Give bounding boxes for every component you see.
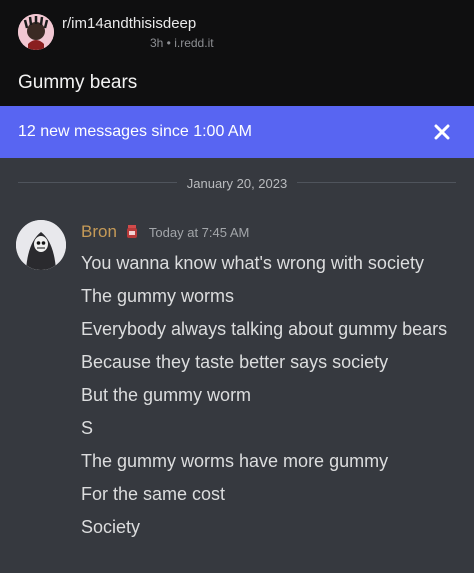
message-line: Society [81, 517, 141, 537]
banner-text: 12 new messages since 1:00 AM [18, 123, 252, 140]
message-line: S [81, 418, 94, 438]
message-line: The gummy worms have more gummy [81, 451, 389, 471]
new-messages-banner[interactable]: 12 new messages since 1:00 AM [0, 106, 474, 158]
post-meta: 3h • i.redd.it [150, 36, 214, 50]
date-divider: January 20, 2023 [0, 173, 474, 192]
close-icon[interactable] [430, 120, 454, 144]
message-line: Everybody always talking about gummy bea… [81, 319, 448, 339]
author-name[interactable]: Bron [81, 222, 117, 242]
role-badge-icon [125, 224, 139, 240]
message-content: You wanna know what's wrong with society… [81, 250, 451, 547]
subreddit-avatar[interactable] [18, 14, 54, 50]
message-line: You wanna know what's wrong with society [81, 253, 424, 273]
message-line: For the same cost [81, 484, 226, 504]
message-line: Because they taste better says society [81, 352, 389, 372]
author-avatar[interactable] [16, 220, 66, 270]
date-divider-label: January 20, 2023 [176, 176, 298, 191]
message-timestamp: Today at 7:45 AM [148, 224, 250, 240]
subreddit-name[interactable]: r/im14andthisisdeep [62, 15, 196, 32]
message-header: Bron Today at 7:45 AM [81, 222, 249, 242]
message-line: But the gummy worm [81, 385, 252, 405]
post-title[interactable]: Gummy bears [18, 72, 137, 94]
message-line: The gummy worms [81, 286, 235, 306]
reddit-post-header: r/im14andthisisdeep 3h • i.redd.it Gummy… [0, 0, 474, 106]
